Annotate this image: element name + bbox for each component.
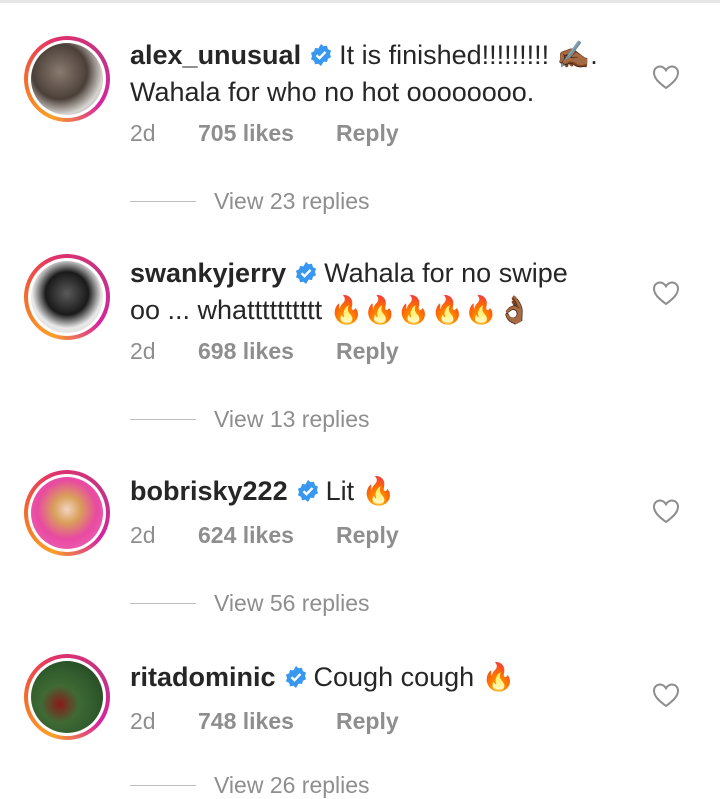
view-replies-label: View 56 replies: [214, 590, 370, 616]
view-replies-button[interactable]: View 56 replies: [130, 590, 370, 617]
heart-outline-icon[interactable]: [652, 280, 680, 306]
reply-button[interactable]: Reply: [336, 120, 399, 147]
verified-badge-icon: [309, 41, 333, 75]
comment-username[interactable]: bobrisky222: [130, 476, 288, 506]
verified-badge-icon: [294, 259, 318, 293]
avatar[interactable]: [24, 470, 110, 556]
view-replies-label: View 13 replies: [214, 406, 370, 432]
comment-likes[interactable]: 748 likes: [198, 708, 336, 735]
avatar[interactable]: [24, 654, 110, 740]
comment-time: 2d: [130, 120, 156, 146]
view-replies-label: View 23 replies: [214, 188, 370, 214]
verified-badge-icon: [296, 477, 320, 511]
comment-time: 2d: [130, 338, 156, 364]
heart-outline-icon[interactable]: [652, 498, 680, 524]
avatar[interactable]: [24, 254, 110, 340]
comment-likes[interactable]: 624 likes: [198, 522, 336, 549]
reply-button[interactable]: Reply: [336, 522, 399, 549]
heart-outline-icon[interactable]: [652, 64, 680, 90]
top-divider: [0, 0, 720, 3]
heart-outline-icon[interactable]: [652, 682, 680, 708]
replies-divider: [130, 603, 196, 604]
verified-badge-icon: [284, 663, 308, 697]
comment-username[interactable]: ritadominic: [130, 662, 276, 692]
comment-likes[interactable]: 705 likes: [198, 120, 336, 147]
view-replies-button[interactable]: View 23 replies: [130, 188, 370, 215]
comment-username[interactable]: swankyjerry: [130, 258, 286, 288]
avatar[interactable]: [24, 36, 110, 122]
comment-username[interactable]: alex_unusual: [130, 40, 301, 70]
comment-text: Lit 🔥: [325, 476, 396, 506]
comment-time: 2d: [130, 708, 156, 734]
comment-text: Cough cough 🔥: [313, 662, 516, 692]
replies-divider: [130, 201, 196, 202]
comment-time: 2d: [130, 522, 156, 548]
replies-divider: [130, 419, 196, 420]
comment-likes[interactable]: 698 likes: [198, 338, 336, 365]
reply-button[interactable]: Reply: [336, 338, 399, 365]
view-replies-button[interactable]: View 13 replies: [130, 406, 370, 433]
reply-button[interactable]: Reply: [336, 708, 399, 735]
